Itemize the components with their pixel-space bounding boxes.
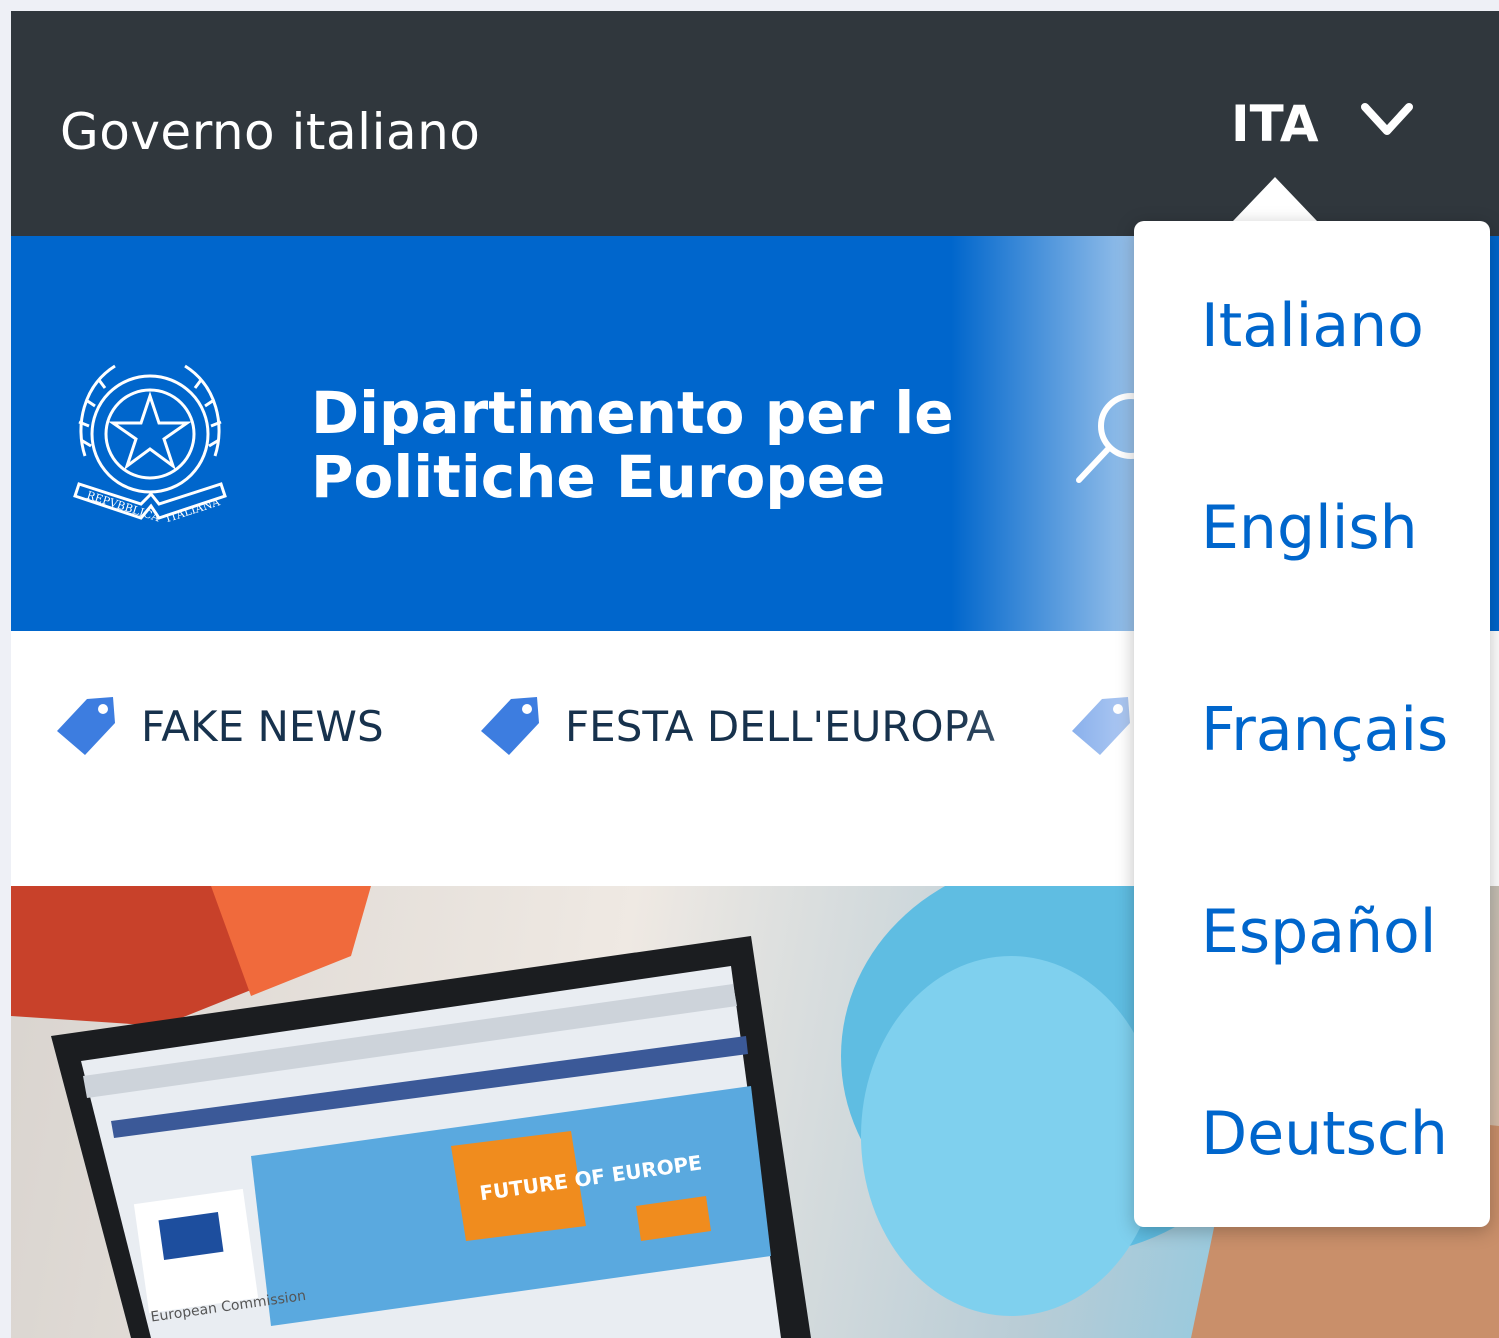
page-frame: Governo italiano ITA REPVBBLICA ITALIANA xyxy=(11,11,1499,1338)
dropdown-arrow xyxy=(1233,177,1317,221)
government-title[interactable]: Governo italiano xyxy=(60,103,480,161)
tag-fake-news[interactable]: FAKE NEWS xyxy=(51,691,384,761)
tag-label: FESTA DELL'EUROPA xyxy=(565,701,995,751)
language-selector[interactable]: ITA xyxy=(1221,89,1421,169)
language-option-espanol[interactable]: Español xyxy=(1201,897,1436,967)
department-title-line2: Politiche Europee xyxy=(311,443,886,511)
language-option-deutsch[interactable]: Deutsch xyxy=(1201,1099,1448,1169)
tag-festa-europa[interactable]: FESTA DELL'EUROPA xyxy=(475,691,995,761)
chevron-down-icon xyxy=(1361,103,1413,135)
tag-icon xyxy=(1072,697,1130,755)
language-option-italiano[interactable]: Italiano xyxy=(1201,291,1424,361)
language-dropdown: Italiano English Français Español Deutsc… xyxy=(1134,221,1490,1227)
language-current: ITA xyxy=(1231,95,1319,153)
department-title-line1: Dipartimento per le xyxy=(311,379,954,447)
tag-icon xyxy=(57,697,115,755)
department-title[interactable]: Dipartimento per le Politiche Europee xyxy=(311,381,1031,509)
language-option-francais[interactable]: Français xyxy=(1201,695,1448,765)
tag-label: FAKE NEWS xyxy=(141,701,384,751)
tag-icon xyxy=(481,697,539,755)
language-option-english[interactable]: English xyxy=(1201,493,1418,563)
italian-republic-emblem-icon[interactable]: REPVBBLICA ITALIANA xyxy=(65,346,235,536)
